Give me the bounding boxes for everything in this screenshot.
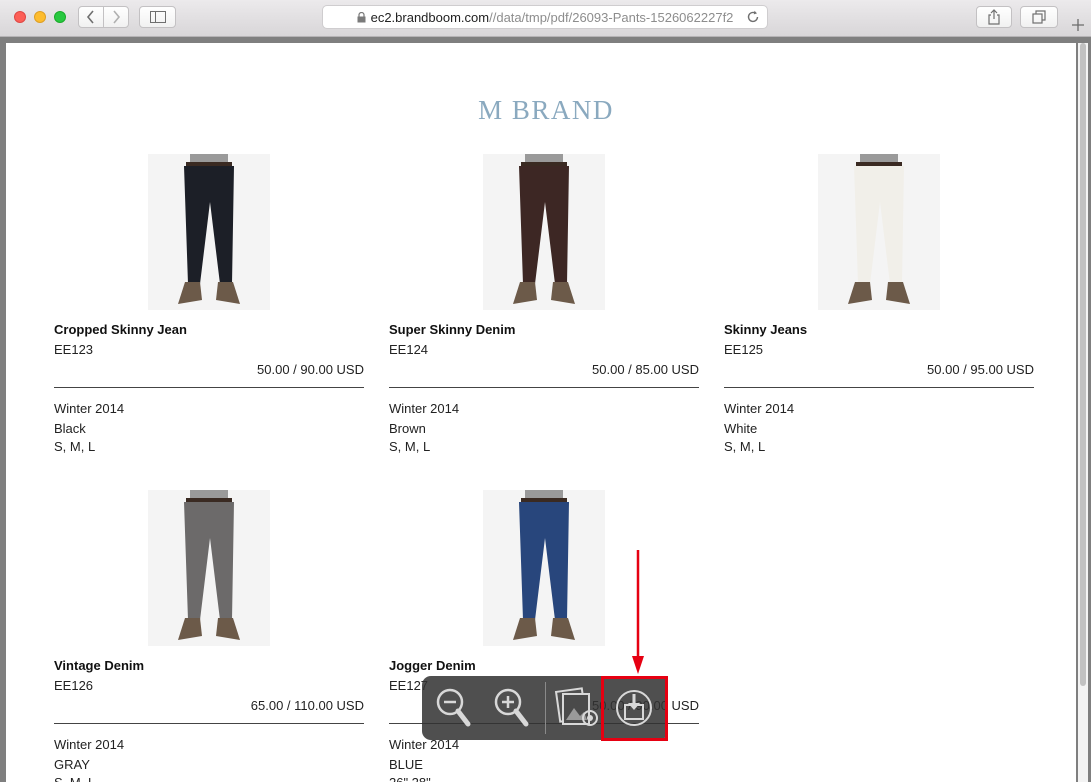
page-scrollbar[interactable] [1078, 43, 1088, 782]
product-name: Skinny Jeans [724, 322, 808, 337]
share-icon [988, 9, 1000, 25]
url-domain: ec2.brandboom.com [370, 9, 490, 25]
product-season: Winter 2014 [389, 401, 460, 416]
annotation-arrow-icon [632, 550, 644, 674]
product-price: 50.00 / 90.00 USD [257, 362, 364, 377]
divider [724, 387, 1034, 388]
product-photo [148, 154, 270, 310]
product-season: Winter 2014 [724, 401, 795, 416]
product-season: Winter 2014 [54, 401, 125, 416]
zoom-window-button[interactable] [54, 11, 66, 23]
back-button[interactable] [78, 6, 104, 28]
product-photo [483, 490, 605, 646]
zoom-out-button[interactable] [430, 684, 474, 732]
product-sizes: S, M, L [724, 439, 766, 454]
share-button[interactable] [976, 6, 1012, 28]
preview-app-icon [554, 687, 598, 726]
product-sizes: S, M, L [389, 439, 431, 454]
product-photo [483, 154, 605, 310]
forward-button[interactable] [103, 6, 129, 28]
product-name: Vintage Denim [54, 658, 145, 673]
product-color: BLUE [389, 757, 423, 772]
pdf-page: M BRAND Cropped Skinny Jean EE123 50.00 / … [6, 43, 1076, 782]
product-name: Jogger Denim [389, 658, 476, 673]
sidebar-toggle-button[interactable] [139, 6, 176, 28]
product-price: 50.00 / 85.00 USD [592, 362, 699, 377]
lock-icon [357, 11, 366, 22]
product-sizes: S, M, L [54, 775, 95, 782]
download-highlight-box [601, 676, 668, 741]
product-color: Brown [389, 421, 426, 436]
zoom-in-button[interactable] [488, 684, 532, 732]
divider [54, 723, 364, 724]
url-path: //data/tmp/pdf/26093-Pants-1526062227f2 [489, 9, 734, 25]
divider [54, 387, 364, 388]
scrollbar-thumb[interactable] [1080, 43, 1086, 686]
product-sizes: S, M, L [54, 439, 96, 454]
address-bar[interactable]: ec2.brandboom.com//data/tmp/pdf/26093-Pa… [322, 5, 768, 29]
show-tabs-button[interactable] [1020, 6, 1058, 28]
chevron-left-icon [86, 10, 94, 24]
plus-icon [1071, 19, 1084, 31]
open-in-preview-button[interactable] [554, 684, 598, 732]
product-color: GRAY [54, 757, 90, 772]
product-code: EE125 [724, 342, 764, 357]
browser-toolbar: ec2.brandboom.com//data/tmp/pdf/26093-Pa… [0, 0, 1091, 37]
reload-icon[interactable] [745, 9, 761, 25]
new-tab-button[interactable] [1064, 14, 1091, 36]
close-window-button[interactable] [14, 11, 26, 23]
product-season: Winter 2014 [54, 737, 125, 752]
sidebar-icon [149, 11, 166, 23]
product-sizes: 26" 28" [389, 775, 431, 782]
product-price: 65.00 / 110.00 USD [250, 698, 364, 713]
divider [389, 387, 699, 388]
product-photo [148, 490, 270, 646]
zoom-out-icon [436, 688, 471, 727]
hud-divider [545, 682, 546, 734]
brand-title: M BRAND [478, 95, 614, 125]
product-name: Cropped Skinny Jean [54, 322, 187, 337]
product-price: 50.00 / 95.00 USD [927, 362, 1034, 377]
minimize-window-button[interactable] [34, 11, 46, 23]
product-code: EE126 [54, 678, 94, 693]
tabs-icon [1032, 10, 1046, 24]
product-color: White [724, 421, 758, 436]
product-code: EE124 [389, 342, 429, 357]
product-color: Black [54, 421, 86, 436]
product-name: Super Skinny Denim [389, 322, 516, 337]
zoom-in-icon [494, 688, 529, 727]
product-code: EE123 [54, 342, 94, 357]
product-photo [818, 154, 940, 310]
chevron-right-icon [113, 10, 121, 24]
